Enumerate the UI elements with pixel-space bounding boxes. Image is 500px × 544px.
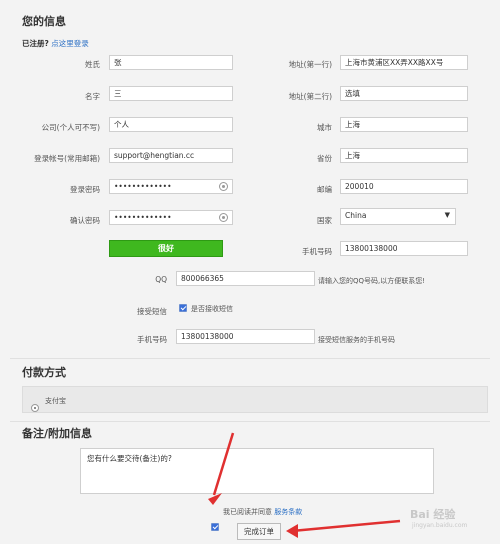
arrow-to-checkbox (212, 432, 235, 496)
arrow-head-submit (286, 524, 298, 538)
annotation-arrows (208, 432, 401, 538)
baidu-watermark-url: jingyan.baidu.com (412, 522, 468, 529)
arrow-to-submit (291, 519, 401, 533)
baidu-watermark: Bai 经验 (410, 508, 456, 521)
